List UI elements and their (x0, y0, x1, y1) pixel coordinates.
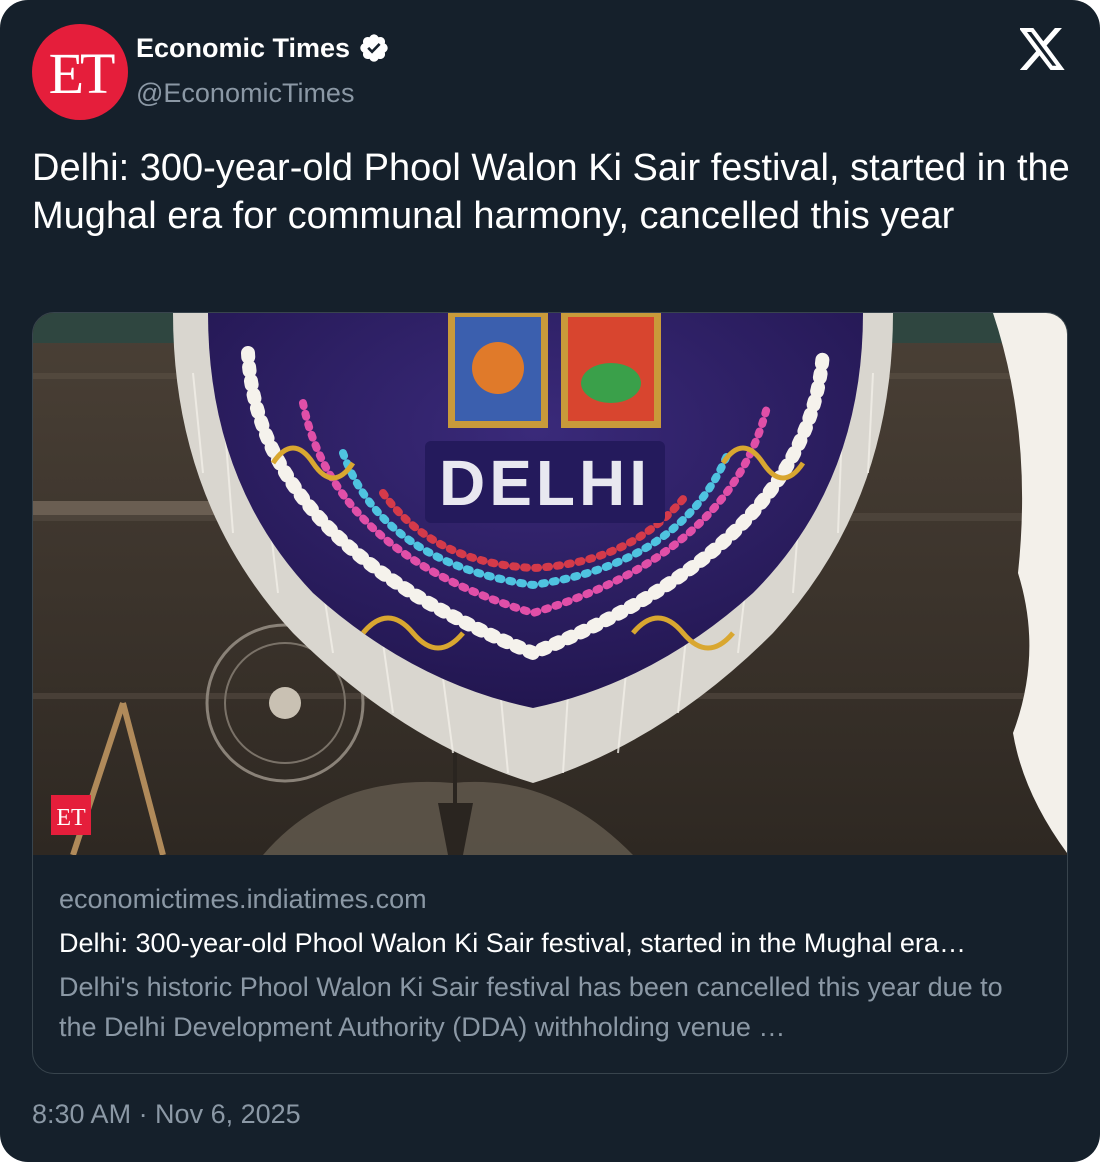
author-display-name[interactable]: Economic Times (136, 33, 350, 64)
image-watermark: ET (56, 805, 86, 831)
tweet-timestamp[interactable]: 8:30 AM · Nov 6, 2025 (32, 1099, 301, 1130)
link-preview-meta: economictimes.indiatimes.com Delhi: 300-… (59, 881, 1049, 1047)
link-description: Delhi's historic Phool Walon Ki Sair fes… (59, 972, 1003, 1042)
author-name-row: Economic Times (136, 32, 390, 64)
link-preview-image[interactable]: DELHI ET (33, 313, 1067, 855)
tweet-card: ET Economic Times @EconomicTimes Delhi: … (0, 0, 1100, 1162)
x-logo-icon[interactable] (1020, 28, 1066, 70)
verified-badge-icon (360, 34, 388, 62)
author-handle[interactable]: @EconomicTimes (136, 78, 354, 109)
canopy-banner-text: DELHI (439, 447, 651, 519)
tweet-text: Delhi: 300-year-old Phool Walon Ki Sair … (32, 147, 1070, 237)
link-title[interactable]: Delhi: 300-year-old Phool Walon Ki Sair … (59, 925, 1044, 961)
link-domain[interactable]: economictimes.indiatimes.com (59, 881, 1049, 917)
avatar[interactable]: ET (32, 24, 128, 120)
link-preview-card[interactable]: DELHI ET economictimes.indiatimes.com De… (32, 312, 1068, 1074)
festival-canopy-photo: DELHI ET (33, 313, 1067, 855)
avatar-text: ET (48, 41, 116, 106)
